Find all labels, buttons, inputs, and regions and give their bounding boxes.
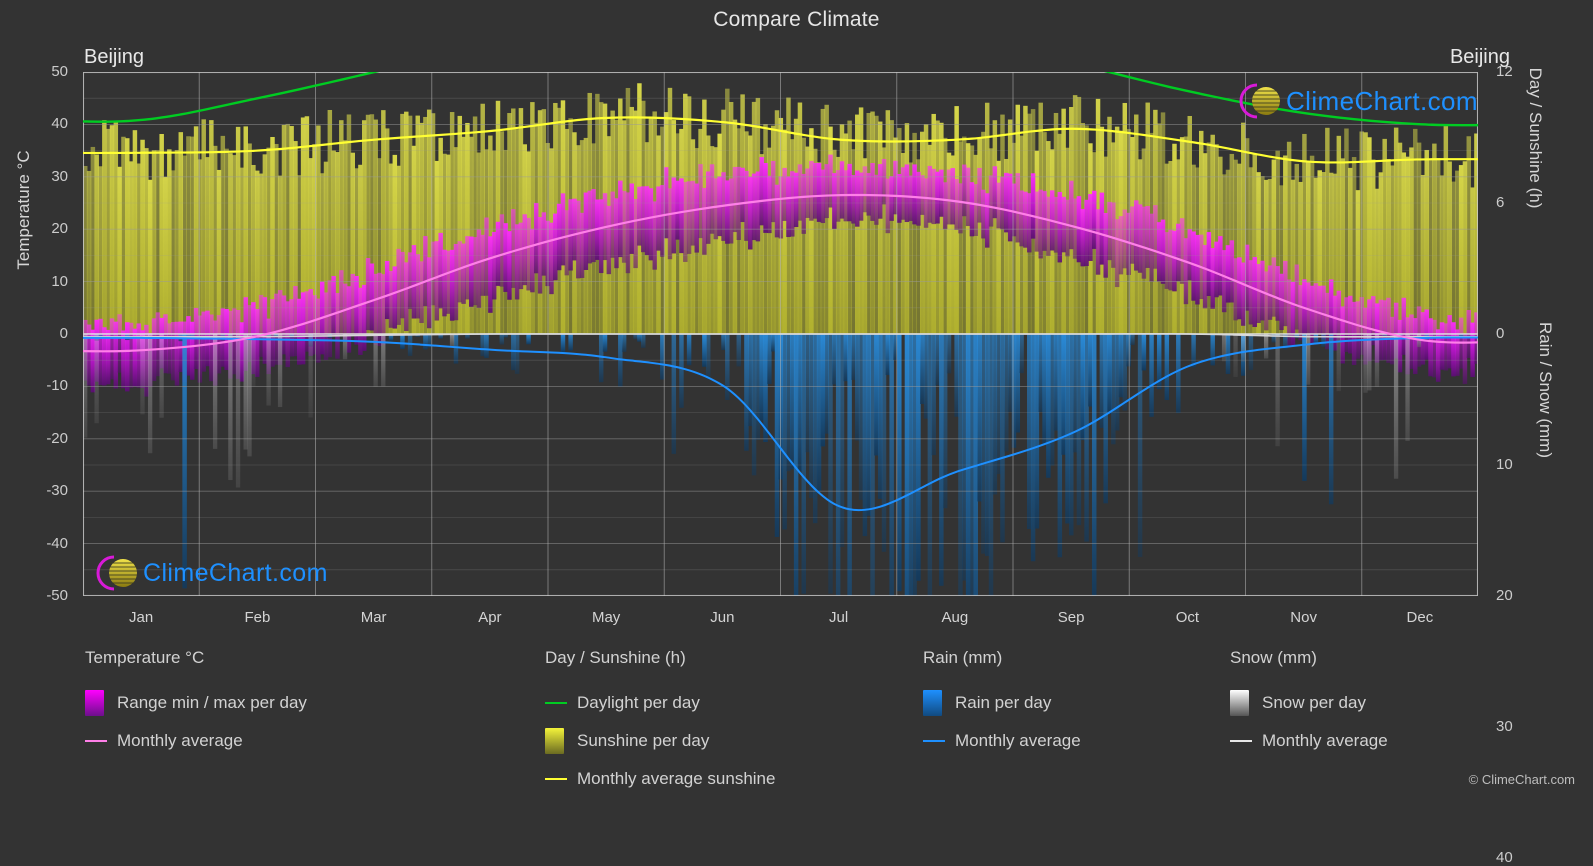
x-tick-nov: Nov xyxy=(1290,609,1317,626)
x-tick-mar: Mar xyxy=(360,609,387,626)
y-tick-left-9: -40 xyxy=(46,534,68,552)
legend-item[interactable]: Monthly average xyxy=(923,722,1081,760)
legend-item-label: Rain per day xyxy=(955,693,1052,712)
y-tick-left-7: -20 xyxy=(46,429,68,447)
copyright-text: © ClimeChart.com xyxy=(1468,772,1575,787)
legend-group-1: Day / Sunshine (h) Daylight per day Sunshi… xyxy=(545,648,775,798)
climate-chart-page: Compare Climate Beijing Beijing Temperat… xyxy=(0,0,1593,866)
x-tick-sep: Sep xyxy=(1057,609,1085,626)
climechart-logo-icon xyxy=(1239,83,1280,119)
x-tick-may: May xyxy=(591,609,621,626)
legend-item[interactable]: Daylight per day xyxy=(545,684,775,722)
y-tick-left-6: -10 xyxy=(46,377,68,395)
watermark-logo-top: ClimeChart.com xyxy=(1236,80,1478,122)
legend-item[interactable]: Range min / max per day xyxy=(85,684,307,722)
y-tick-right-top-3: 6 xyxy=(1496,194,1505,211)
legend-swatch-icon xyxy=(85,690,104,716)
x-tick-jul: Jul xyxy=(829,609,849,626)
legend-group-title: Rain (mm) xyxy=(923,648,1003,667)
chart-legend: Temperature °C Range min / max per day Mon… xyxy=(0,648,1593,823)
x-tick-dec: Dec xyxy=(1406,609,1434,626)
legend-item-label: Sunshine per day xyxy=(577,731,710,750)
y-tick-left-5: 0 xyxy=(59,325,68,342)
x-tick-apr: Apr xyxy=(478,609,502,626)
legend-item-label: Range min / max per day xyxy=(117,693,307,712)
x-tick-oct: Oct xyxy=(1175,609,1200,626)
chart-svg xyxy=(83,72,1478,596)
y-tick-left-4: 10 xyxy=(51,272,68,290)
y-tick-left-2: 30 xyxy=(51,167,68,185)
legend-group-2: Rain (mm) Rain per day Monthly average xyxy=(923,648,1081,760)
y-tick-right-top-2: 12 xyxy=(1496,63,1513,80)
legend-item-label: Snow per day xyxy=(1262,693,1366,712)
legend-item-label: Monthly average xyxy=(1262,731,1388,750)
legend-line-icon xyxy=(923,740,945,742)
legend-item[interactable]: Sunshine per day xyxy=(545,722,775,760)
climechart-logo-icon-2 xyxy=(96,555,137,591)
legend-item[interactable]: Monthly average xyxy=(85,722,307,760)
watermark-text-top: ClimeChart.com xyxy=(1286,85,1478,116)
legend-swatch-icon xyxy=(1230,690,1249,716)
legend-item[interactable]: Snow per day xyxy=(1230,684,1388,722)
y-tick-left-3: 20 xyxy=(51,220,68,238)
legend-item[interactable]: Monthly average sunshine xyxy=(545,760,775,798)
x-tick-feb: Feb xyxy=(244,609,271,626)
legend-item[interactable]: Rain per day xyxy=(923,684,1081,722)
legend-item-label: Daylight per day xyxy=(577,693,700,712)
legend-item-label: Monthly average xyxy=(955,731,1081,750)
y-tick-right-bottom-2: 20 xyxy=(1496,587,1513,604)
legend-item[interactable]: Monthly average xyxy=(1230,722,1388,760)
y-tick-left-10: -50 xyxy=(46,587,68,604)
legend-item-label: Monthly average xyxy=(117,731,243,750)
y-axis-left-label: Temperature °C xyxy=(14,150,33,270)
legend-swatch-icon xyxy=(923,690,942,716)
legend-line-icon xyxy=(545,778,567,780)
legend-swatch-icon xyxy=(545,728,564,754)
watermark-text-bottom: ClimeChart.com xyxy=(143,558,328,587)
page-title: Compare Climate xyxy=(713,8,880,31)
y-tick-right-bottom-4: 40 xyxy=(1496,849,1513,866)
legend-item-label: Monthly average sunshine xyxy=(577,769,776,788)
y-tick-left-1: 40 xyxy=(51,115,68,133)
y-tick-right-bottom-1: 10 xyxy=(1496,456,1513,473)
watermark-logo-bottom: ClimeChart.com xyxy=(93,552,328,594)
y-axis-right-bottom-label: Rain / Snow (mm) xyxy=(1536,321,1555,459)
chart-plot-area xyxy=(83,72,1478,596)
city-label-left: Beijing xyxy=(84,46,145,68)
chart-canvas xyxy=(83,72,1478,596)
legend-line-icon xyxy=(545,702,567,704)
legend-line-icon xyxy=(1230,740,1252,742)
y-tick-left-0: 50 xyxy=(51,63,68,80)
x-tick-jun: Jun xyxy=(710,609,735,626)
y-tick-right-top-4: 0 xyxy=(1496,325,1505,342)
legend-group-3: Snow (mm) Snow per day Monthly average xyxy=(1230,648,1388,760)
legend-group-title: Temperature °C xyxy=(85,648,205,667)
legend-line-icon xyxy=(85,740,107,742)
legend-group-title: Snow (mm) xyxy=(1230,648,1317,667)
x-tick-jan: Jan xyxy=(129,609,154,626)
legend-group-0: Temperature °C Range min / max per day Mon… xyxy=(85,648,307,760)
legend-group-title: Day / Sunshine (h) xyxy=(545,648,686,667)
y-tick-left-8: -30 xyxy=(46,482,68,500)
x-tick-aug: Aug xyxy=(941,609,969,626)
y-axis-right-top-label: Day / Sunshine (h) xyxy=(1526,67,1545,209)
